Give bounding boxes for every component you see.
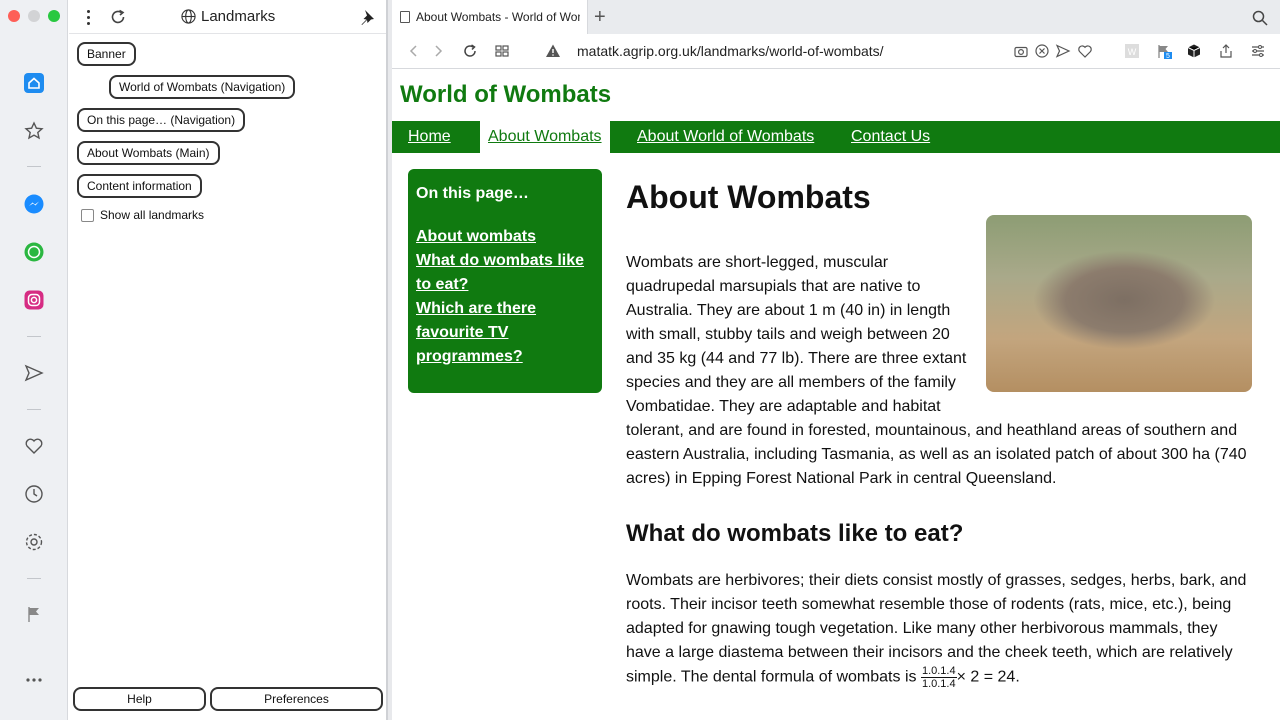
toc-link-tv[interactable]: Which are there favourite TV programmes? — [416, 297, 594, 369]
help-button[interactable]: Help — [73, 687, 206, 711]
svg-text:5: 5 — [1166, 53, 1170, 59]
diet-paragraph: Wombats are herbivores; their diets cons… — [626, 569, 1256, 690]
landmarks-extension-icon[interactable]: 5 — [1156, 43, 1172, 60]
share-icon[interactable] — [1218, 43, 1234, 59]
history-icon[interactable] — [22, 482, 46, 506]
globe-icon — [181, 9, 196, 24]
pin-icon[interactable] — [358, 8, 376, 26]
panel-title: Landmarks — [181, 8, 275, 25]
browser-window: About Wombats - World of Wombats + matat… — [392, 0, 1280, 720]
minimize-window-button[interactable] — [28, 10, 40, 22]
landmark-main[interactable]: About Wombats (Main) — [77, 141, 220, 165]
landmark-content-information[interactable]: Content information — [77, 174, 202, 198]
nav-contact-link[interactable]: Contact Us — [851, 121, 930, 153]
search-tabs-icon[interactable] — [1252, 10, 1268, 26]
reload-icon[interactable] — [462, 43, 478, 59]
formula-denominator: 1.0.1.4 — [921, 678, 956, 690]
settings-sliders-icon[interactable] — [1250, 43, 1266, 59]
security-warning-icon[interactable] — [545, 43, 561, 59]
active-tab[interactable]: About Wombats - World of Wombats — [392, 0, 588, 34]
diet-heading: What do wombats like to eat? — [626, 520, 964, 547]
url-field[interactable]: matatk.agrip.org.uk/landmarks/world-of-w… — [577, 43, 884, 59]
maximize-window-button[interactable] — [48, 10, 60, 22]
preferences-button[interactable]: Preferences — [210, 687, 383, 711]
formula-numerator: 1.0.1.4 — [920, 665, 957, 678]
heart-icon[interactable] — [22, 434, 46, 458]
start-page-icon[interactable] — [22, 71, 46, 95]
instagram-icon[interactable] — [22, 288, 46, 312]
send-icon[interactable] — [22, 361, 46, 385]
messenger-icon[interactable] — [22, 192, 46, 216]
formula-tail: × 2 = 24. — [956, 668, 1020, 686]
landmark-on-this-page-navigation[interactable]: On this page… (Navigation) — [77, 108, 246, 132]
show-all-landmarks[interactable]: Show all landmarks — [81, 208, 204, 222]
sidebar-divider — [27, 166, 41, 167]
block-icon[interactable] — [1034, 43, 1050, 59]
panel-header: Landmarks — [69, 0, 386, 34]
dental-formula: 1.0.1.4 1.0.1.4 — [920, 665, 957, 690]
landmark-banner[interactable]: Banner — [77, 42, 136, 66]
tab-title: About Wombats - World of Wombats — [416, 10, 580, 24]
document-icon — [400, 11, 410, 23]
close-window-button[interactable] — [8, 10, 20, 22]
speed-dial-icon[interactable] — [494, 43, 510, 59]
sidebar-divider — [27, 409, 41, 410]
svg-text:W: W — [1128, 47, 1137, 57]
flag-icon[interactable] — [22, 602, 46, 626]
on-this-page-nav: On this page… About wombats What do womb… — [408, 169, 602, 393]
show-all-label: Show all landmarks — [100, 208, 205, 222]
settings-gear-icon[interactable] — [22, 530, 46, 554]
back-icon[interactable] — [406, 43, 422, 59]
sidebar-divider — [27, 336, 41, 337]
cube-extension-icon[interactable] — [1186, 43, 1202, 59]
new-tab-button[interactable]: + — [594, 7, 606, 27]
forward-icon[interactable] — [430, 43, 446, 59]
landmarks-panel: Landmarks Banner World of Wombats (Navig… — [69, 0, 387, 720]
window-controls — [8, 10, 60, 22]
camera-icon[interactable] — [1013, 43, 1029, 59]
site-navigation: Home About Wombats About World of Wombat… — [392, 121, 1280, 153]
panel-reload-icon[interactable] — [109, 8, 127, 26]
nav-about-world-link[interactable]: About World of Wombats — [637, 121, 814, 153]
bookmark-heart-icon[interactable] — [1077, 43, 1093, 59]
wombat-photo — [986, 215, 1252, 392]
bookmarks-icon[interactable] — [22, 119, 46, 143]
nav-about-wombats-link[interactable]: About Wombats — [480, 121, 610, 153]
tab-bar: About Wombats - World of Wombats + — [392, 0, 1280, 34]
more-icon[interactable] — [22, 668, 46, 692]
extension-w-icon[interactable]: W — [1124, 43, 1140, 59]
whatsapp-icon[interactable] — [22, 240, 46, 264]
panel-menu-icon[interactable] — [81, 8, 95, 26]
page-heading: About Wombats — [626, 179, 871, 215]
panel-title-text: Landmarks — [201, 8, 276, 25]
sidebar-divider — [27, 578, 41, 579]
nav-home-link[interactable]: Home — [408, 121, 451, 153]
landmark-world-of-wombats-navigation[interactable]: World of Wombats (Navigation) — [109, 75, 296, 99]
show-all-checkbox[interactable] — [81, 208, 94, 222]
address-bar: matatk.agrip.org.uk/landmarks/world-of-w… — [392, 34, 1280, 69]
toc-heading: On this page… — [416, 185, 529, 202]
browser-sidebar — [0, 0, 68, 720]
web-page: World of Wombats Home About Wombats Abou… — [392, 69, 1280, 720]
send-page-icon[interactable] — [1055, 43, 1071, 59]
toc-link-eat[interactable]: What do wombats like to eat? — [416, 249, 594, 297]
site-title: World of Wombats — [400, 81, 612, 108]
main-content: About Wombats Wombats are short-legged, … — [626, 173, 1256, 690]
toc-link-about[interactable]: About wombats — [416, 225, 594, 249]
